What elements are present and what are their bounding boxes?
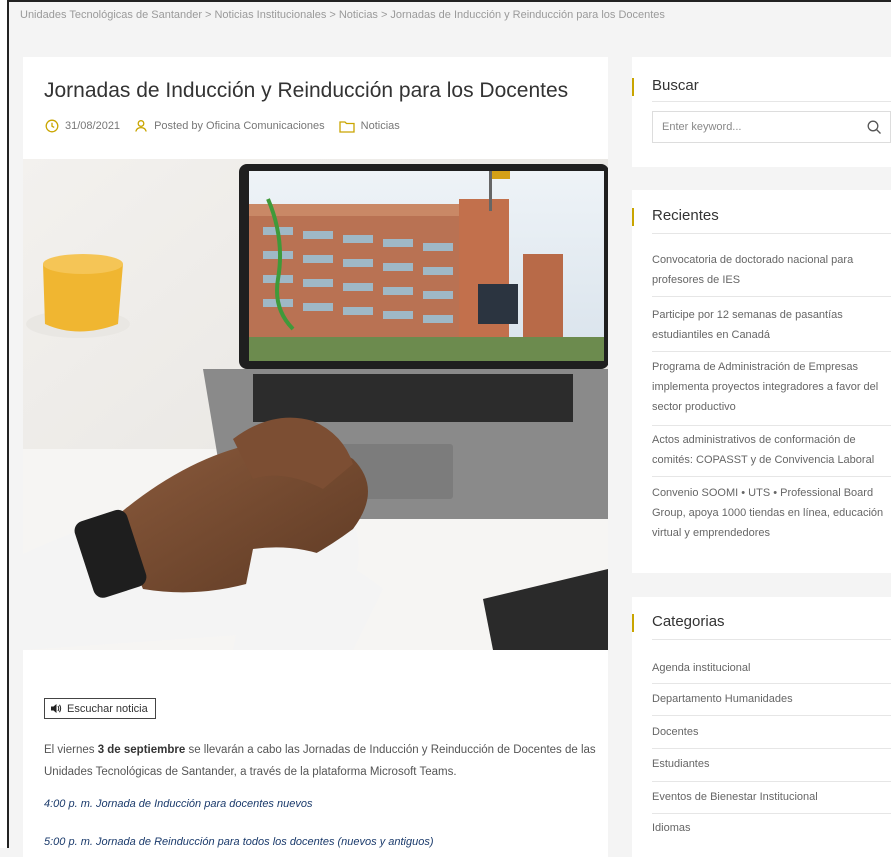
list-divider [652,683,891,684]
category-item[interactable]: Estudiantes [652,758,887,770]
article-category[interactable]: Noticias [339,120,400,133]
widget-divider [652,101,891,102]
widget-accent-bar [632,208,634,226]
breadcrumb-separator: > [205,9,212,21]
article-meta: 31/08/2021 Posted by Oficina Comunicacio… [45,119,414,133]
breadcrumb-home[interactable]: Unidades Tecnológicas de Santander [20,9,202,21]
recent-item[interactable]: Programa de Administración de Empresas i… [652,357,887,417]
search-icon[interactable] [867,120,882,135]
article-hero-image [23,159,608,650]
breadcrumb-noticias[interactable]: Noticias [339,9,378,21]
article-author-text: Posted by Oficina Comunicaciones [154,120,325,132]
article-title: Jornadas de Inducción y Reinducción para… [44,79,569,102]
widget-divider [652,639,891,640]
breadcrumb-separator: > [380,9,388,21]
breadcrumb-institucionales[interactable]: Noticias Institucionales [214,9,326,21]
article-date-text: 31/08/2021 [65,120,121,132]
list-divider [652,425,891,426]
article-body-paragraph: El viernes 3 de septiembre se llevarán a… [44,739,604,783]
recent-widget-title: Recientes [652,207,719,224]
window-top-border [0,0,891,2]
user-icon [135,120,147,132]
schedule-induccion: 4:00 p. m. Jornada de Inducción para doc… [44,798,313,810]
list-divider [652,748,891,749]
breadcrumb-current: Jornadas de Inducción y Reinducción para… [390,9,665,21]
recent-widget: Recientes Convocatoria de doctorado naci… [632,190,891,573]
list-divider [652,351,891,352]
folder-icon [339,120,355,133]
recent-item[interactable]: Participe por 12 semanas de pasantías es… [652,305,887,345]
list-divider [652,296,891,297]
category-item[interactable]: Agenda institucional [652,662,887,674]
clock-icon [45,119,59,133]
list-divider [652,476,891,477]
search-box [652,111,891,143]
widget-accent-bar [632,78,634,96]
article-date: 31/08/2021 [45,119,120,133]
body-date-bold: 3 de septiembre [97,744,186,756]
recent-item[interactable]: Actos administrativos de conformación de… [652,430,887,470]
window-left-border [0,0,9,848]
listen-button[interactable]: Escuchar noticia [44,698,156,719]
article-category-text: Noticias [360,120,400,132]
body-text-pre: El viernes [44,744,98,756]
category-item[interactable]: Idiomas [652,822,887,834]
widget-accent-bar [632,614,634,632]
categories-widget: Categorias Agenda institucional Departam… [632,597,891,857]
breadcrumb: Unidades Tecnológicas de Santander > Notic… [20,9,665,21]
category-item[interactable]: Docentes [652,726,887,738]
search-input[interactable] [653,120,864,134]
widget-divider [652,233,891,234]
article-author[interactable]: Posted by Oficina Comunicaciones [134,119,325,133]
category-item[interactable]: Departamento Humanidades [652,693,887,705]
article-card: Jornadas de Inducción y Reinducción para… [23,57,608,857]
search-widget: Buscar [632,57,891,167]
list-divider [652,813,891,814]
recent-item[interactable]: Convocatoria de doctorado nacional para … [652,250,887,290]
list-divider [652,715,891,716]
list-divider [652,781,891,782]
schedule-reinduccion: 5:00 p. m. Jornada de Reinducción para t… [44,836,434,848]
categories-widget-title: Categorias [652,613,725,630]
listen-label: Escuchar noticia [67,702,148,715]
speaker-icon [51,704,62,713]
search-widget-title: Buscar [652,77,699,94]
recent-item[interactable]: Convenio SOOMI • UTS • Professional Boar… [652,483,887,543]
breadcrumb-separator: > [329,9,336,21]
category-item[interactable]: Eventos de Bienestar Institucional [652,791,887,803]
